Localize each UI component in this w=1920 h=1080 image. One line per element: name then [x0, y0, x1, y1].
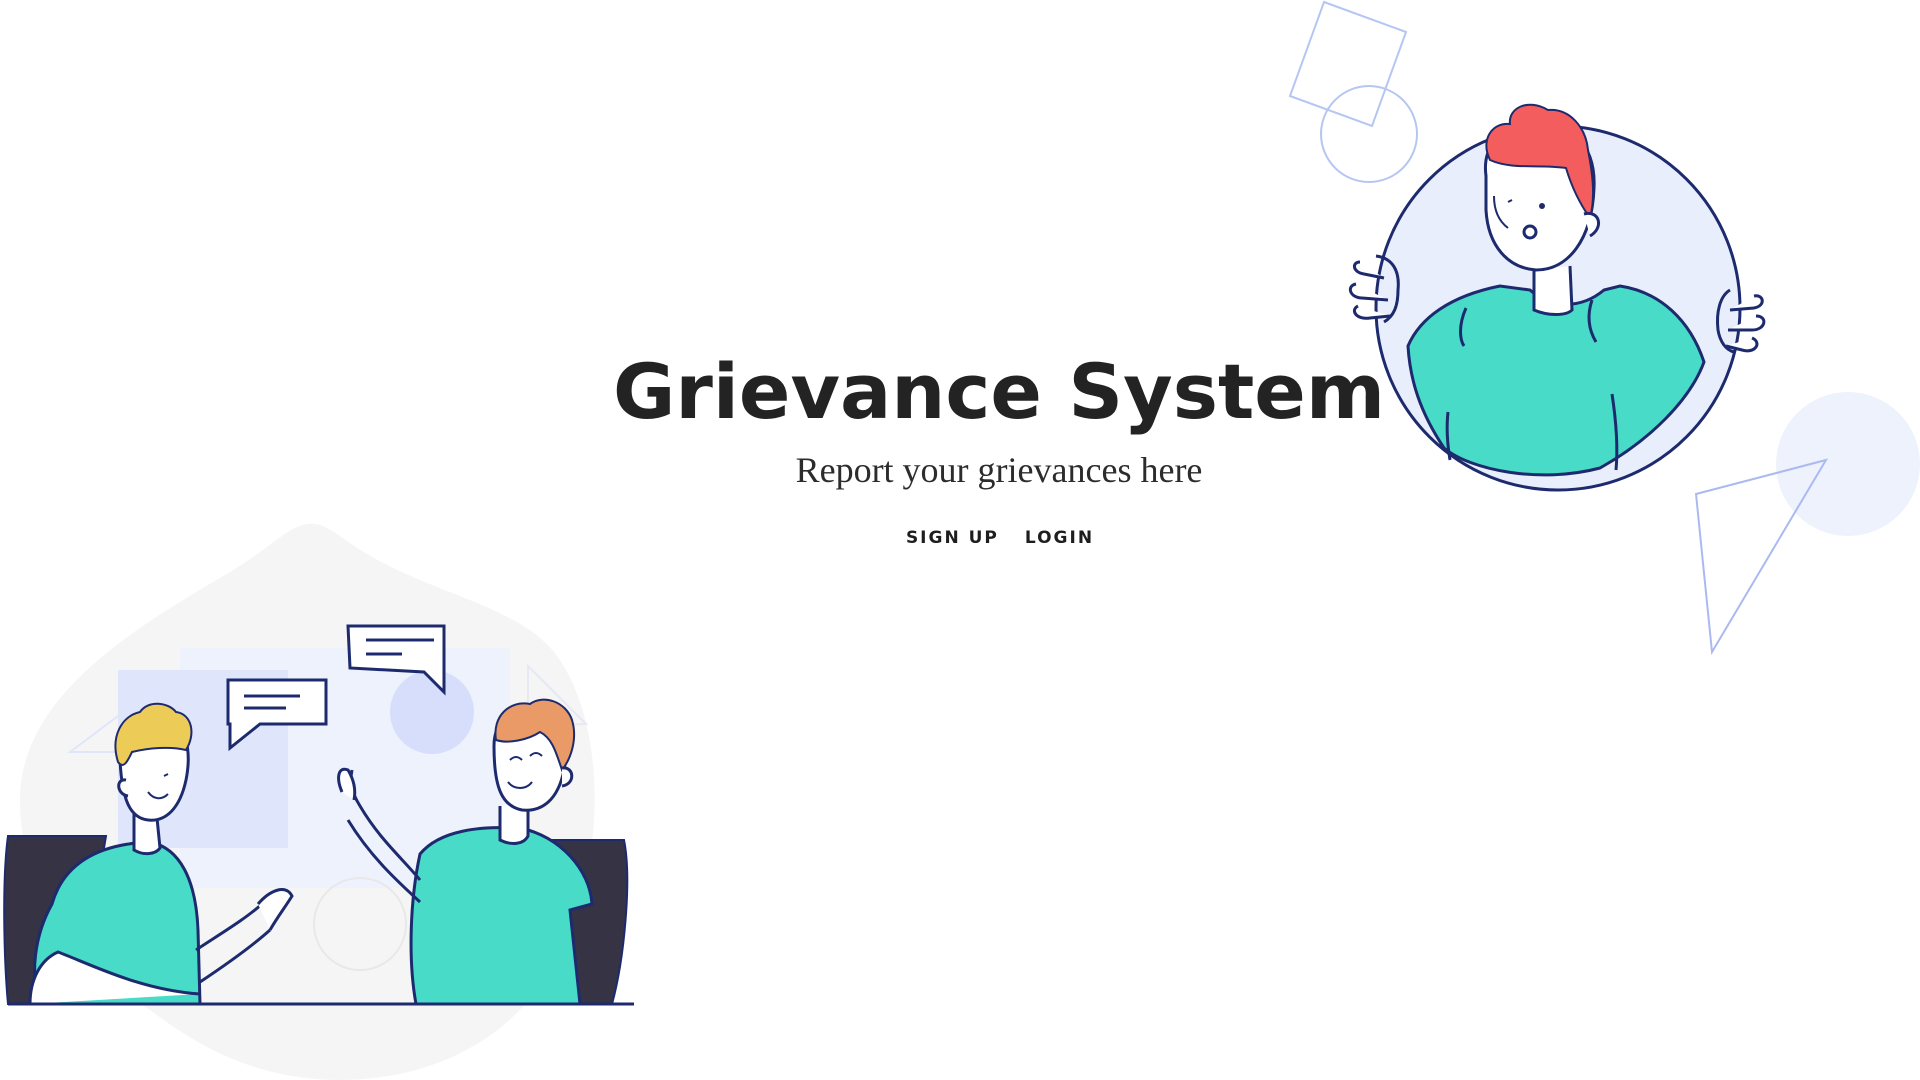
landing-page: Grievance System Report your grievances … — [0, 0, 1920, 1080]
signup-link[interactable]: SIGN UP — [906, 526, 999, 550]
auth-actions: SIGN UP LOGIN — [40, 526, 1920, 550]
page-title: Grievance System — [612, 347, 1386, 436]
two-people-chat-illustration — [3, 523, 634, 1080]
page-subtitle: Report your grievances here — [795, 450, 1203, 490]
hero-section: Grievance System Report your grievances … — [0, 338, 1920, 550]
login-link[interactable]: LOGIN — [1025, 526, 1094, 550]
